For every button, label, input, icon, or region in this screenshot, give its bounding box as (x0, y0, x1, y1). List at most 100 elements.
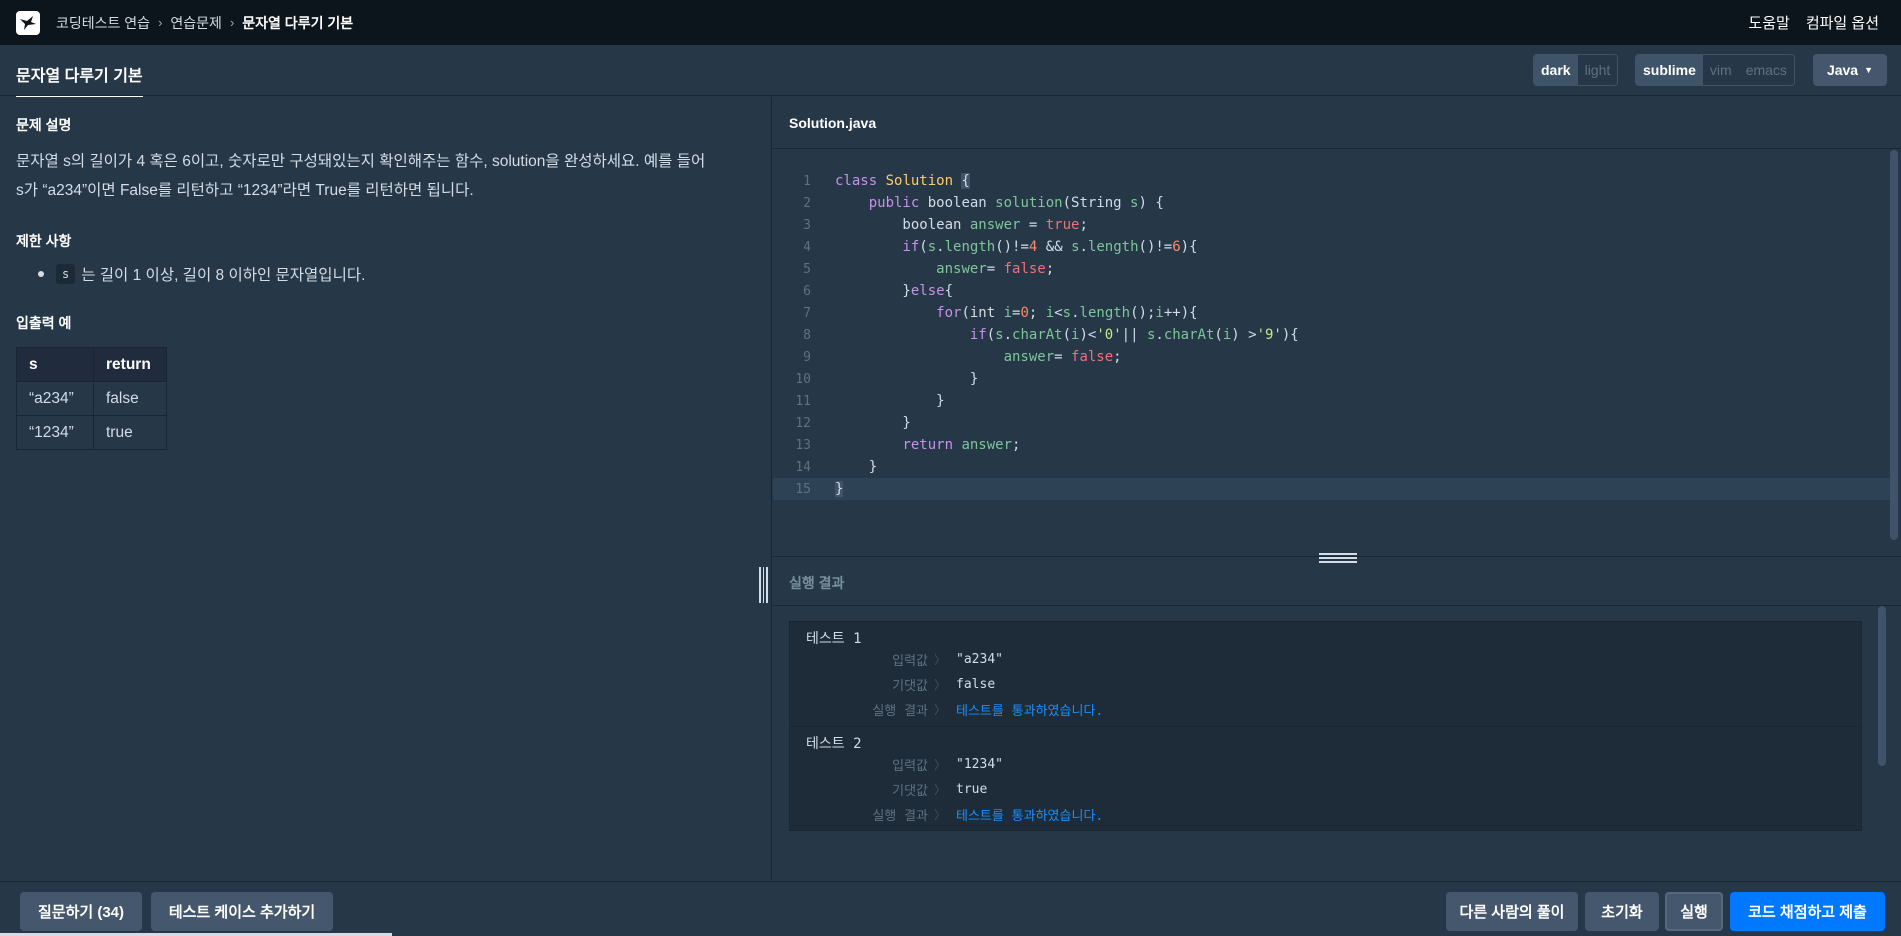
code-line: 11 } (773, 390, 1893, 412)
table-cell: true (93, 415, 167, 450)
input-value: "a234" (956, 651, 1003, 667)
others-solutions-button[interactable]: 다른 사람의 풀이 (1446, 892, 1578, 931)
io-example-heading: 입출력 예 (16, 315, 72, 331)
line-number: 1 (803, 173, 811, 189)
problem-description: 문자열 s의 길이가 4 혹은 6이고, 숫자로만 구성돼있는지 확인해주는 함… (16, 147, 705, 205)
language-dropdown[interactable]: Java ▼ (1813, 54, 1887, 86)
test-input-row: 입력값 〉 "a234" (790, 649, 1861, 669)
line-number: 12 (795, 415, 811, 431)
submit-button[interactable]: 코드 채점하고 제출 (1730, 892, 1885, 931)
result-scrollbar[interactable] (1878, 606, 1886, 766)
line-number: 14 (795, 459, 811, 475)
caret-down-icon: ▼ (1864, 65, 1874, 75)
code-line: 2 public boolean solution(String s) { (773, 192, 1893, 214)
breadcrumb-item-coding-test[interactable]: 코딩테스트 연습 (56, 13, 150, 33)
theme-dark-option[interactable]: dark (1534, 55, 1578, 85)
breadcrumb: 코딩테스트 연습 › 연습문제 › 문자열 다루기 기본 (56, 13, 353, 33)
vertical-resize-handle[interactable] (759, 567, 769, 603)
editor-scrollbar[interactable] (1890, 150, 1898, 540)
table-cell: “a234” (16, 381, 94, 416)
chevron-right-icon: 〉 (934, 757, 947, 772)
tab-problem-title[interactable]: 문자열 다루기 기본 (16, 62, 143, 99)
chevron-right-icon: › (158, 15, 163, 30)
compile-options-link[interactable]: 컴파일 옵션 (1806, 12, 1879, 33)
result-heading: 실행 결과 (789, 575, 845, 591)
challenge-header: 문자열 다루기 기본 dark light sublime vim emacs … (0, 45, 1901, 99)
line-number: 7 (803, 305, 811, 321)
line-number: 9 (803, 349, 811, 365)
expected-label: 기댓값 (892, 678, 928, 694)
run-button[interactable]: 실행 (1665, 892, 1723, 931)
line-number: 10 (795, 371, 811, 387)
constraint-item: s 는 길이 1 이상, 길이 8 이하인 문자열입니다. (38, 263, 365, 285)
outcome-label: 실행 결과 (872, 703, 928, 719)
result-header: 실행 결과 (773, 556, 1901, 606)
expected-value: false (956, 676, 996, 692)
description-line: s가 “a234”이면 False를 리턴하고 “1234”라면 True를 리… (16, 182, 474, 199)
code-line: 14 } (773, 456, 1893, 478)
outcome-value: 테스트를 통과하였습니다. (956, 808, 1104, 824)
test-expected-row: 기댓값 〉 false (790, 674, 1861, 694)
keymap-emacs-option[interactable]: emacs (1738, 55, 1794, 85)
test-expected-row: 기댓값 〉 true (790, 779, 1861, 799)
keymap-vim-option[interactable]: vim (1702, 55, 1739, 85)
outcome-label: 실행 결과 (872, 808, 928, 824)
keymap-sublime-option[interactable]: sublime (1636, 55, 1703, 85)
constraint-text: 는 길이 1 이상, 길이 8 이하인 문자열입니다. (81, 267, 366, 284)
input-value: "1234" (956, 756, 1003, 772)
programmers-logo-icon[interactable] (16, 10, 40, 35)
description-heading: 문제 설명 (16, 117, 72, 133)
breadcrumb-item-practice[interactable]: 연습문제 (170, 13, 222, 33)
line-number: 2 (803, 195, 811, 211)
keymap-toggle: sublime vim emacs (1635, 54, 1795, 86)
line-number: 15 (795, 481, 811, 497)
chevron-right-icon: 〉 (934, 807, 947, 822)
code-line: 1 class Solution { (773, 170, 1893, 192)
test-outcome-row: 실행 결과 〉 테스트를 통과하였습니다. (790, 804, 1861, 824)
add-testcase-button[interactable]: 테스트 케이스 추가하기 (151, 892, 333, 931)
code-line: 8 if(s.charAt(i)<'0'|| s.charAt(i) >'9')… (773, 324, 1893, 346)
input-label: 입력값 (892, 758, 928, 774)
code-line: 7 for(int i=0; i<s.length();i++){ (773, 302, 1893, 324)
ask-question-button[interactable]: 질문하기 (34) (20, 892, 142, 931)
result-console: 테스트 1 입력값 〉 "a234" 기댓값 〉 false 실행 결과 〉 테스트를 통과… (789, 621, 1862, 831)
line-number: 11 (795, 393, 811, 409)
language-label: Java (1826, 62, 1859, 78)
expected-label: 기댓값 (892, 783, 928, 799)
help-link[interactable]: 도움말 (1748, 12, 1789, 33)
theme-toggle: dark light (1533, 54, 1619, 86)
code-line: 12 } (773, 412, 1893, 434)
code-line: 10 } (773, 368, 1893, 390)
constraints-heading: 제한 사항 (16, 233, 72, 249)
expected-value: true (956, 781, 988, 797)
test-result: 테스트 2 입력값 〉 "1234" 기댓값 〉 true 실행 결과 〉 테스트를 통과하… (790, 727, 1861, 832)
test-outcome-row: 실행 결과 〉 테스트를 통과하였습니다. (790, 699, 1861, 719)
table-row: “1234” true (16, 415, 167, 450)
table-header: return (93, 347, 167, 382)
table-row: “a234” false (16, 381, 167, 416)
table-cell: false (93, 381, 167, 416)
code-line-active: 15} (773, 478, 1893, 500)
test-input-row: 입력값 〉 "1234" (790, 754, 1861, 774)
editor-header: Solution.java (773, 97, 1901, 149)
outcome-value: 테스트를 통과하였습니다. (956, 703, 1104, 719)
input-label: 입력값 (892, 653, 928, 669)
chevron-right-icon: 〉 (934, 702, 947, 717)
line-number: 3 (803, 217, 811, 233)
problem-panel: 문제 설명 문자열 s의 길이가 4 혹은 6이고, 숫자로만 구성돼있는지 확… (0, 97, 772, 880)
chevron-right-icon: 〉 (934, 677, 947, 692)
top-navigation: 코딩테스트 연습 › 연습문제 › 문자열 다루기 기본 도움말 컴파일 옵션 (0, 0, 1901, 45)
line-number: 13 (795, 437, 811, 453)
test-name: 테스트 1 (806, 631, 862, 647)
theme-light-option[interactable]: light (1577, 55, 1618, 85)
line-number: 6 (803, 283, 811, 299)
table-header-row: s return (16, 347, 167, 382)
code-editor[interactable]: 1 class Solution { 2 public boolean solut… (773, 150, 1901, 550)
chevron-right-icon: › (229, 15, 235, 30)
bullet-icon (38, 271, 44, 277)
reset-button[interactable]: 초기화 (1585, 892, 1659, 931)
line-number: 8 (803, 327, 811, 343)
breadcrumb-item-current: 문자열 다루기 기본 (242, 14, 354, 31)
line-number: 4 (803, 239, 811, 255)
table-header: s (16, 347, 94, 382)
